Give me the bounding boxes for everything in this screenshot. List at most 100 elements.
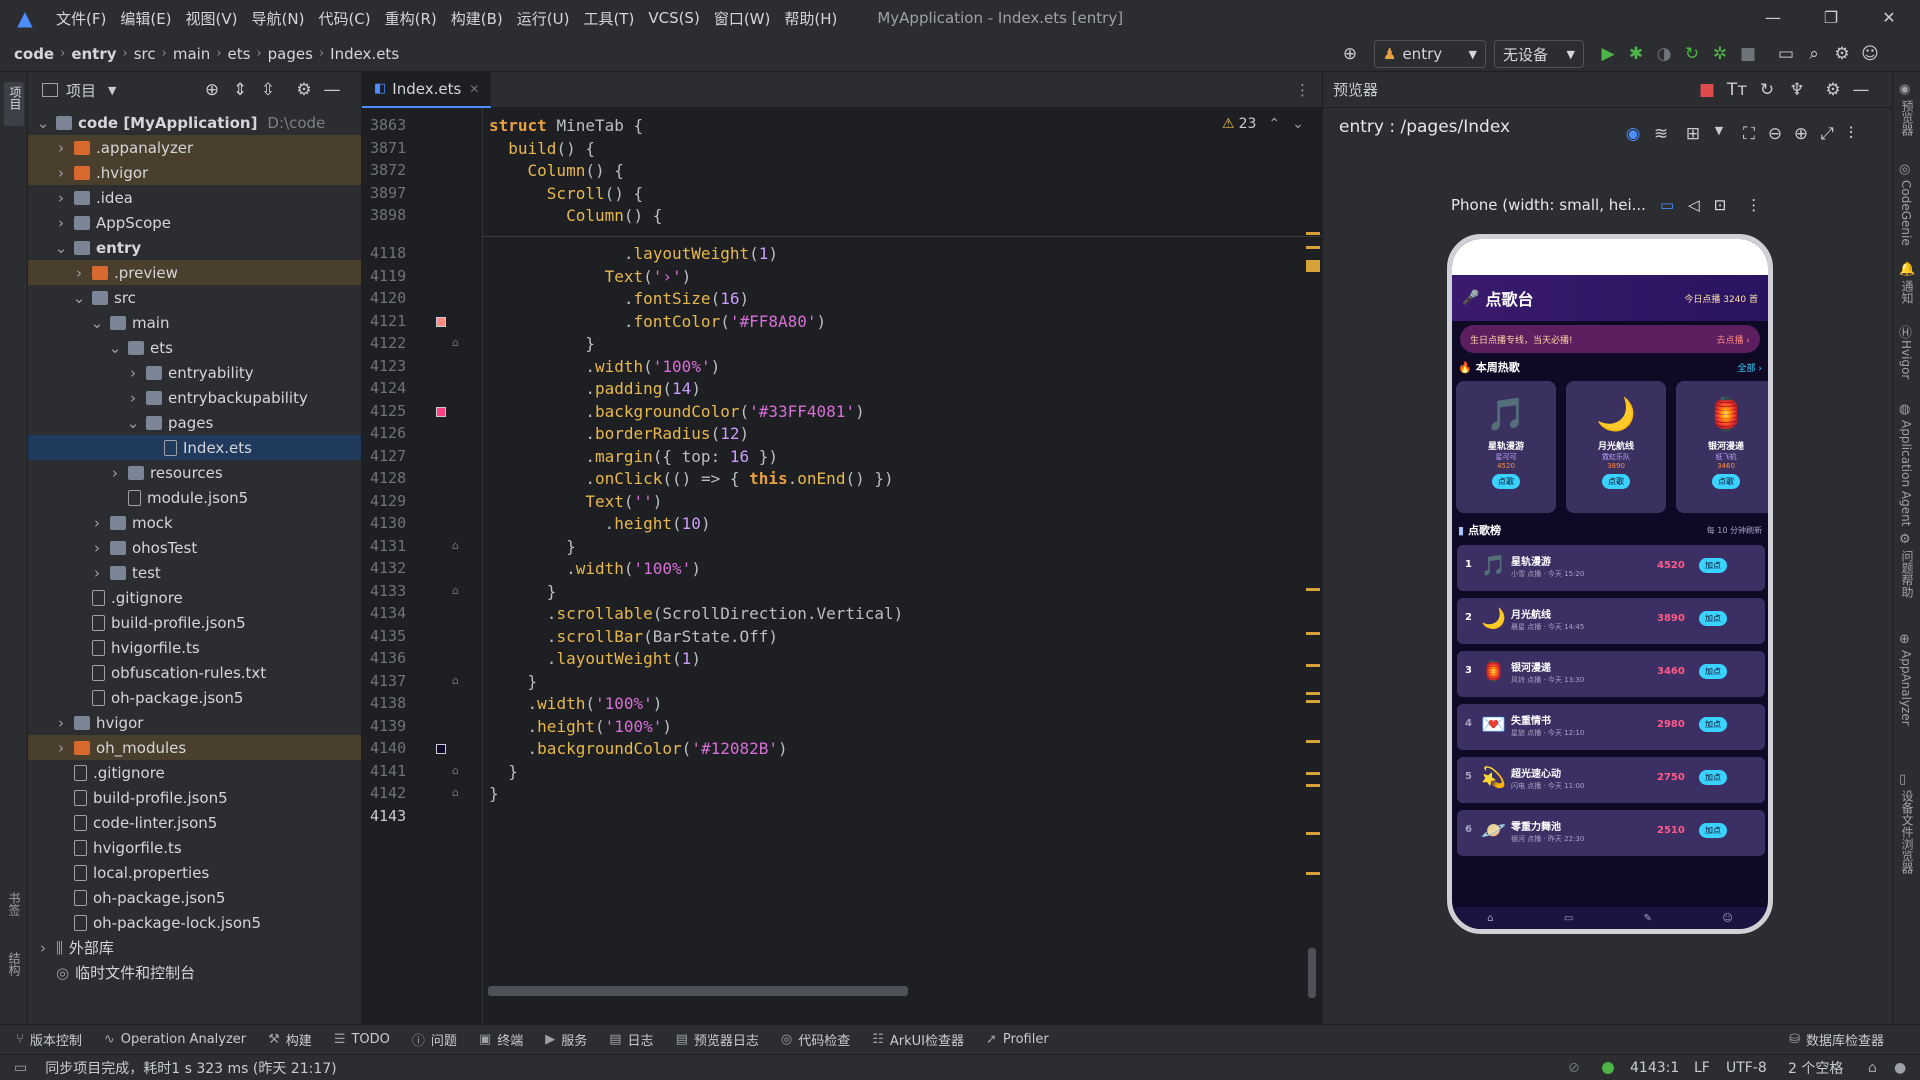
tool-window-icon[interactable]: 🔔: [1899, 262, 1915, 277]
request-song-button[interactable]: 点歌: [1492, 474, 1520, 489]
phone-preview[interactable]: 🎤 点歌台 今日点播 3240 首 生日点播专线，当天必播! 去点播 › 🔥 本…: [1447, 234, 1773, 934]
breadcrumb-item[interactable]: main: [173, 45, 210, 63]
hide-panel-icon[interactable]: —: [1847, 80, 1875, 100]
search-icon[interactable]: ⌕: [1800, 44, 1828, 64]
bookmarks-tool-label[interactable]: 书签: [6, 892, 23, 916]
collapse-all-icon[interactable]: ⇳: [254, 80, 282, 100]
fold-icon[interactable]: ⌂: [452, 539, 459, 552]
fold-icon[interactable]: ⌂: [452, 786, 459, 799]
banner-action[interactable]: 去点播 ›: [1717, 333, 1750, 346]
prev-highlight-icon[interactable]: ⌃: [1268, 116, 1280, 132]
hot-song-card[interactable]: 🏮 银河漫递 纸飞机 3460 点歌: [1676, 381, 1768, 513]
tree-item[interactable]: › .appanalyzer: [28, 135, 361, 160]
breadcrumb-item[interactable]: code: [14, 45, 54, 63]
bottom-tool-button[interactable]: ▤ 日志: [609, 1030, 653, 1049]
chevron-right-icon[interactable]: ›: [54, 214, 68, 232]
ruler-icon[interactable]: ⫶: [1837, 124, 1865, 144]
gear-icon[interactable]: ⚙: [1819, 80, 1847, 100]
menu-item[interactable]: 工具(T): [581, 6, 636, 31]
chevron-down-icon[interactable]: ⌄: [108, 339, 122, 357]
tree-item[interactable]: module.json5: [28, 485, 361, 510]
tree-item[interactable]: code-linter.json5: [28, 810, 361, 835]
tool-window-icon[interactable]: ▯: [1899, 772, 1906, 787]
bottom-tool-button[interactable]: ∿ Operation Analyzer: [104, 1032, 246, 1047]
warning-stripe-mark[interactable]: [1306, 588, 1320, 591]
warning-stripe-mark[interactable]: [1306, 664, 1320, 667]
chevron-down-icon[interactable]: ▼: [108, 84, 116, 97]
fold-icon[interactable]: ⌂: [452, 584, 459, 597]
rank-row[interactable]: 4 💌 失重情书 星旅 点播 · 今天 12:10 2980 加点: [1457, 704, 1765, 750]
tree-item[interactable]: hvigorfile.ts: [28, 835, 361, 860]
chevron-right-icon[interactable]: ›: [54, 139, 68, 157]
chevron-down-icon[interactable]: ⌄: [36, 114, 50, 132]
chevron-right-icon[interactable]: ›: [54, 164, 68, 182]
tool-window-icon[interactable]: ⚙: [1899, 532, 1911, 547]
expand-all-icon[interactable]: ⇕: [226, 80, 254, 100]
warning-stripe-mark[interactable]: [1306, 232, 1320, 235]
profile-icon[interactable]: ◑: [1650, 44, 1678, 64]
maximize-button[interactable]: ❐: [1802, 0, 1860, 36]
inspection-widget[interactable]: ⚠ 23 ⌃ ⌄: [1222, 116, 1304, 132]
reload-icon[interactable]: ↻: [1678, 44, 1706, 64]
status-message[interactable]: 同步项目完成，耗时1 s 323 ms (昨天 21:17): [45, 1058, 336, 1078]
chevron-right-icon[interactable]: ›: [126, 389, 140, 407]
tree-item[interactable]: ⌄ src: [28, 285, 361, 310]
menu-item[interactable]: 文件(F): [54, 6, 108, 31]
tree-item[interactable]: › .hvigor: [28, 160, 361, 185]
tool-window-icon[interactable]: ◍: [1899, 402, 1910, 417]
menu-item[interactable]: 视图(V): [184, 6, 240, 31]
chevron-right-icon[interactable]: ›: [54, 739, 68, 757]
tool-window-icon[interactable]: ◎: [1899, 162, 1910, 177]
alert-icon[interactable]: ●: [1894, 1060, 1906, 1076]
tree-item[interactable]: › AppScope: [28, 210, 361, 235]
rank-row[interactable]: 1 🎵 星轨漫游 小雪 点播 · 今天 15:20 4520 加点: [1457, 545, 1765, 591]
chevron-right-icon[interactable]: ›: [90, 564, 104, 582]
fold-icon[interactable]: ⌂: [452, 674, 459, 687]
request-song-button[interactable]: 点歌: [1712, 474, 1740, 489]
project-tool-button[interactable]: 项目: [4, 82, 24, 126]
chevron-down-icon[interactable]: ▼: [1705, 124, 1733, 137]
hot-song-card[interactable]: 🎵 星轨漫游 星可可 4520 点歌: [1456, 381, 1556, 513]
warning-stripe-mark[interactable]: [1306, 772, 1320, 775]
tree-item[interactable]: oh-package.json5: [28, 685, 361, 710]
warning-stripe-mark[interactable]: [1306, 632, 1320, 635]
chevron-right-icon[interactable]: ›: [90, 514, 104, 532]
warning-stripe-mark[interactable]: [1306, 740, 1320, 743]
menu-item[interactable]: 帮助(H): [782, 6, 839, 31]
fit-icon[interactable]: ⛶: [1735, 124, 1763, 144]
tree-item[interactable]: ⌄ ets: [28, 335, 361, 360]
tree-item[interactable]: › test: [28, 560, 361, 585]
device-name[interactable]: Phone (width: small, hei...: [1451, 196, 1646, 214]
breadcrumb-item[interactable]: pages: [268, 45, 313, 63]
mic-tab-icon[interactable]: ✎: [1644, 913, 1652, 924]
right-tool-label[interactable]: Hvigor: [1899, 340, 1913, 379]
notification-icon[interactable]: ⊘: [1568, 1060, 1580, 1076]
tree-item[interactable]: › ⫼ 外部库: [28, 935, 361, 960]
add-request-button[interactable]: 加点: [1699, 664, 1727, 679]
tree-item[interactable]: › entryability: [28, 360, 361, 385]
bottom-tool-button[interactable]: ▶ 服务: [545, 1030, 587, 1049]
menu-item[interactable]: 重构(R): [383, 6, 439, 31]
profile-tab-icon[interactable]: ☺: [1722, 913, 1732, 924]
fold-icon[interactable]: ⌂: [452, 336, 459, 349]
device-manager-icon[interactable]: ▭: [1772, 44, 1800, 64]
device-select[interactable]: 无设备 ▼: [1494, 40, 1584, 68]
stop-preview-icon[interactable]: ■: [1693, 80, 1721, 100]
debug-icon[interactable]: ✱: [1622, 44, 1650, 64]
add-request-button[interactable]: 加点: [1699, 823, 1727, 838]
home-icon[interactable]: ⌂: [1487, 913, 1493, 924]
warning-stripe-mark[interactable]: [1306, 260, 1320, 272]
tree-item[interactable]: › entrybackupability: [28, 385, 361, 410]
add-request-button[interactable]: 加点: [1699, 611, 1727, 626]
account-icon[interactable]: ☺: [1856, 44, 1884, 64]
warning-stripe-mark[interactable]: [1306, 872, 1320, 875]
zoom-out-icon[interactable]: ⊖: [1761, 124, 1789, 144]
warning-stripe-mark[interactable]: [1306, 832, 1320, 835]
run-config-select[interactable]: ♟ entry ▼: [1374, 40, 1486, 68]
breadcrumb-item[interactable]: src: [134, 45, 156, 63]
locate-icon[interactable]: ⊕: [198, 80, 226, 100]
tree-item[interactable]: ◎ 临时文件和控制台: [28, 960, 361, 985]
tree-item[interactable]: › mock: [28, 510, 361, 535]
project-panel-title[interactable]: 项目: [66, 80, 96, 101]
add-request-button[interactable]: 加点: [1699, 717, 1727, 732]
